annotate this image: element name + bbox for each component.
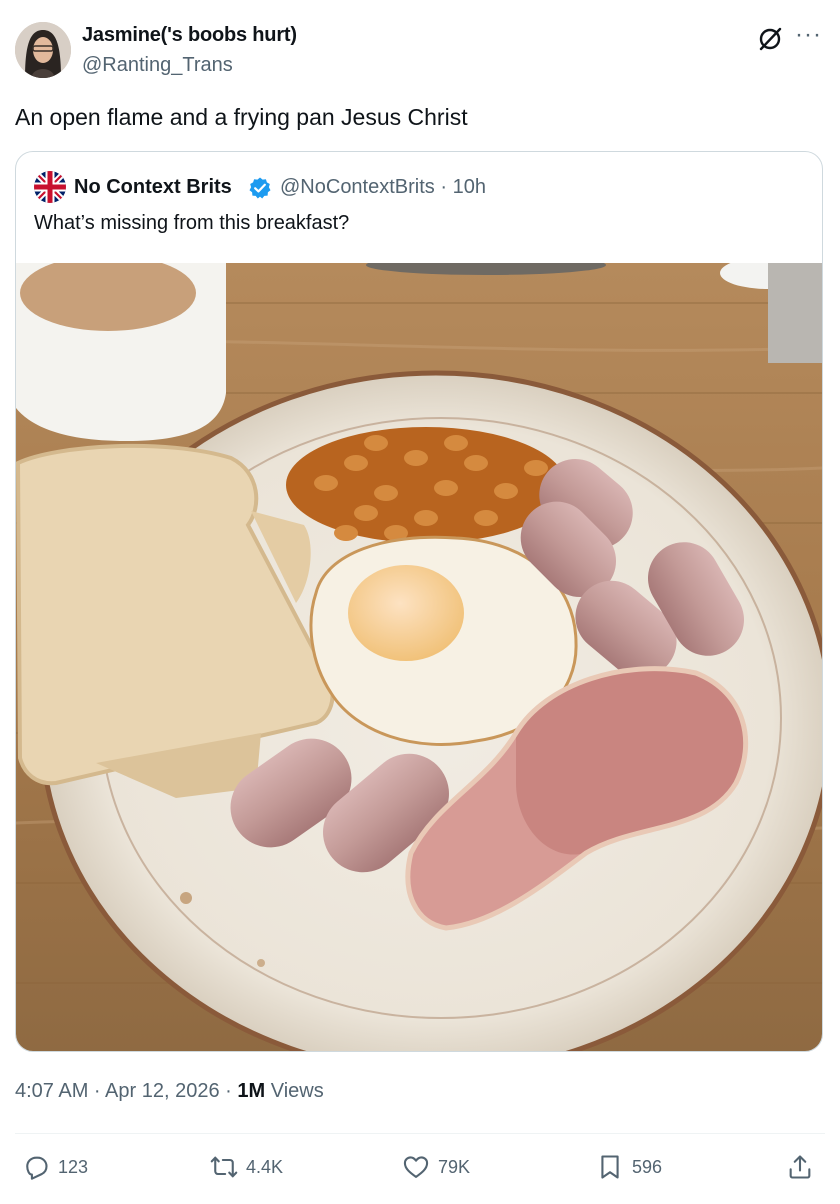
quoted-tweet[interactable]: No Context Brits @NoContextBrits · 10h W… (15, 151, 823, 1052)
bookmark-button[interactable]: 596 (596, 1152, 662, 1182)
like-button[interactable]: 79K (402, 1152, 470, 1182)
verified-icon (249, 177, 271, 199)
bookmark-icon (601, 1155, 619, 1179)
share-button[interactable] (786, 1152, 820, 1182)
quote-meta[interactable]: @NoContextBrits · 10h (280, 176, 486, 199)
share-icon (789, 1155, 811, 1179)
quote-author-name[interactable]: No Context Brits (74, 176, 232, 199)
quote-text: What’s missing from this breakfast? (34, 212, 350, 234)
views-count: 1M (237, 1080, 266, 1102)
breakfast-photo[interactable] (16, 255, 822, 1051)
views-label: Views (265, 1080, 324, 1102)
tweet-timestamp[interactable]: 4:07 AM · Apr 12, 2026 · 1M Views (15, 1080, 324, 1103)
bookmark-count: 596 (632, 1156, 663, 1177)
retweet-button[interactable]: 4.4K (210, 1152, 283, 1182)
author-name[interactable]: Jasmine('s boobs hurt) (82, 24, 297, 47)
retweet-icon (210, 1156, 238, 1178)
retweet-count: 4.4K (246, 1156, 284, 1177)
reply-icon (26, 1156, 48, 1180)
like-icon (403, 1156, 429, 1178)
author-handle[interactable]: @Ranting_Trans (82, 54, 233, 77)
like-count: 79K (438, 1156, 471, 1177)
tweet-text: An open flame and a frying pan Jesus Chr… (15, 104, 468, 130)
reply-button[interactable]: 123 (22, 1152, 88, 1182)
avatar-image (15, 22, 71, 78)
timestamp-text[interactable]: 4:07 AM · Apr 12, 2026 · (15, 1080, 237, 1102)
more-icon[interactable]: ··· (795, 23, 825, 52)
avatar[interactable] (15, 22, 71, 78)
divider (15, 1133, 825, 1134)
union-jack-avatar (34, 171, 66, 203)
reply-count: 123 (58, 1156, 89, 1177)
grok-icon[interactable] (757, 26, 783, 52)
